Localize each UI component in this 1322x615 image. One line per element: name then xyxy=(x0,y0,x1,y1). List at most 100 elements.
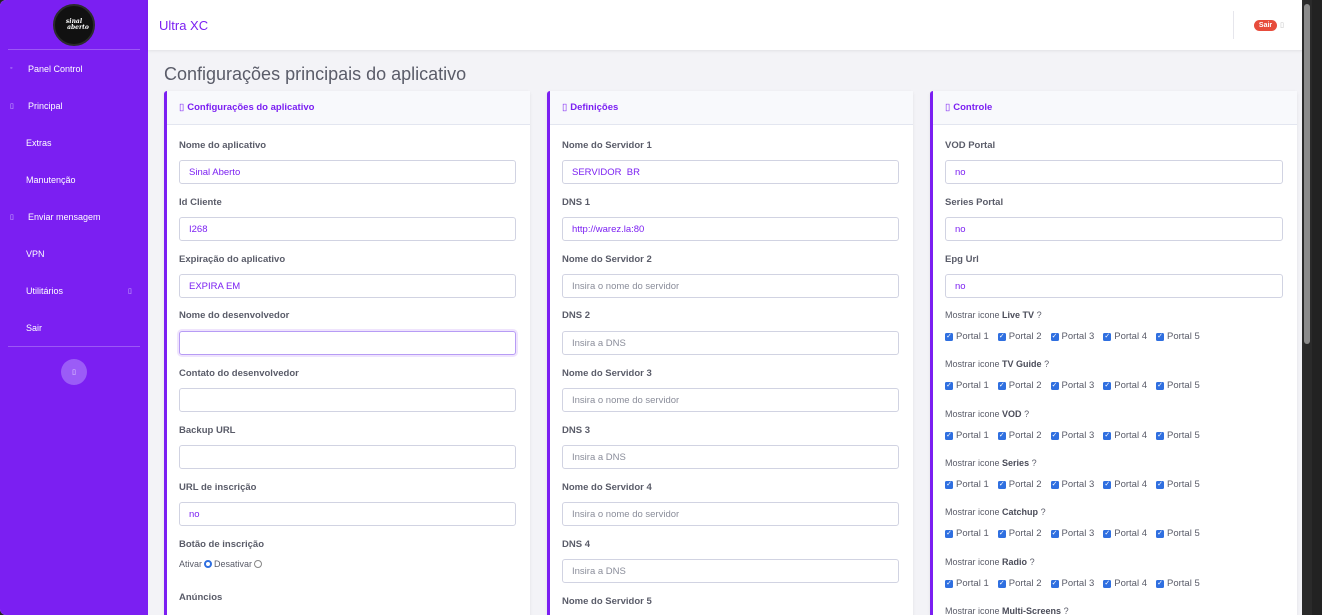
checkbox-checked-icon[interactable]: ✓ xyxy=(1103,431,1112,440)
checkbox-checked-icon[interactable]: ✓ xyxy=(997,431,1006,440)
server1-input[interactable] xyxy=(562,160,899,184)
portal-checkbox[interactable]: ✓ Portal 5 xyxy=(1156,430,1200,441)
activate-radio[interactable] xyxy=(204,560,213,568)
portal-checkbox[interactable]: ✓ Portal 1 xyxy=(945,479,989,490)
portal-checkbox[interactable]: ✓ Portal 3 xyxy=(1050,479,1094,490)
portal-checkbox[interactable]: ✓ Portal 3 xyxy=(1050,430,1094,441)
portal-checkbox[interactable]: ✓ Portal 2 xyxy=(997,331,1042,342)
dns4-input[interactable] xyxy=(562,559,899,583)
checkbox-checked-icon[interactable]: ✓ xyxy=(1050,332,1059,341)
portal-checkbox[interactable]: ✓ Portal 4 xyxy=(1103,578,1147,589)
portal-checkbox[interactable]: ✓ Portal 4 xyxy=(1103,380,1147,391)
portal-checkbox[interactable]: ✓ Portal 5 xyxy=(1156,331,1200,342)
signup-url-input[interactable] xyxy=(179,502,516,526)
portal-checkbox[interactable]: ✓ Portal 1 xyxy=(945,380,989,391)
checkbox-checked-icon[interactable]: ✓ xyxy=(997,480,1006,489)
expiration-input[interactable] xyxy=(179,274,516,298)
vod-portal-input[interactable] xyxy=(945,160,1283,184)
checkbox-checked-icon[interactable]: ✓ xyxy=(1156,381,1164,390)
portal-checkbox[interactable]: ✓ Portal 2 xyxy=(997,528,1042,539)
client-id-input[interactable] xyxy=(179,217,516,241)
server2-input[interactable] xyxy=(562,274,899,298)
portal-checkbox[interactable]: ✓ Portal 2 xyxy=(997,479,1042,490)
checkbox-checked-icon[interactable]: ✓ xyxy=(1050,579,1059,588)
server4-input[interactable] xyxy=(562,502,899,526)
checkbox-checked-icon[interactable]: ✓ xyxy=(1050,480,1059,489)
checkbox-checked-icon[interactable]: ✓ xyxy=(1103,480,1112,489)
checkbox-checked-icon[interactable]: ✓ xyxy=(1050,431,1059,440)
checkbox-checked-icon[interactable]: ✓ xyxy=(997,529,1006,538)
checkbox-checked-icon[interactable]: ✓ xyxy=(945,529,953,538)
checkbox-checked-icon[interactable]: ✓ xyxy=(1156,480,1164,489)
portal-checkbox[interactable]: ✓ Portal 4 xyxy=(1103,528,1147,539)
dns1-input[interactable] xyxy=(562,217,899,241)
checkbox-checked-icon[interactable]: ✓ xyxy=(1103,332,1112,341)
portal-checkbox[interactable]: ✓ Portal 4 xyxy=(1103,331,1147,342)
sidebar-brand[interactable]: sinal aberto xyxy=(8,0,140,50)
portal-checkbox[interactable]: ✓ Portal 1 xyxy=(945,578,989,589)
logout-button[interactable]: Sair xyxy=(1253,19,1278,31)
portal-checkbox[interactable]: ✓ Portal 2 xyxy=(997,578,1042,589)
checkbox-checked-icon[interactable]: ✓ xyxy=(1156,431,1164,440)
portal-checkbox[interactable]: ✓ Portal 4 xyxy=(1103,430,1147,441)
sidebar-item-vpn[interactable]: VPN xyxy=(0,235,148,272)
sidebar-item-utilitarios[interactable]: Utilitários ▯ xyxy=(0,272,148,309)
portal-checkbox-label: Portal 4 xyxy=(1114,578,1147,589)
checkbox-checked-icon[interactable]: ✓ xyxy=(1050,529,1059,538)
server3-label: Nome do Servidor 3 xyxy=(562,368,652,379)
portal-checkbox[interactable]: ✓ Portal 1 xyxy=(945,331,989,342)
portal-checkbox[interactable]: ✓ Portal 2 xyxy=(997,430,1042,441)
portal-checkbox[interactable]: ✓ Portal 5 xyxy=(1156,528,1200,539)
epg-url-input[interactable] xyxy=(945,274,1283,298)
page-scrollbar[interactable] xyxy=(1302,0,1312,615)
logo-text-2: aberto xyxy=(67,23,89,31)
sidebar-item-enviar-mensagem[interactable]: ▯ Enviar mensagem xyxy=(0,198,148,235)
checkbox-checked-icon[interactable]: ✓ xyxy=(945,381,953,390)
portal-checkbox[interactable]: ✓ Portal 1 xyxy=(945,430,989,441)
dns2-input[interactable] xyxy=(562,331,899,355)
scrollbar-thumb[interactable] xyxy=(1304,4,1310,344)
sidebar-item-principal[interactable]: ▯ Principal xyxy=(0,87,148,124)
checkbox-checked-icon[interactable]: ✓ xyxy=(997,332,1006,341)
checkbox-checked-icon[interactable]: ✓ xyxy=(1103,529,1112,538)
sidebar-toggle-button[interactable]: ▯ xyxy=(61,359,87,385)
sidebar-item-sair[interactable]: Sair xyxy=(0,309,148,346)
sidebar-item-panel-control[interactable]: ◦ Panel Control xyxy=(0,50,148,87)
app-name-input[interactable] xyxy=(179,160,516,184)
checkbox-checked-icon[interactable]: ✓ xyxy=(945,480,953,489)
backup-url-input[interactable] xyxy=(179,445,516,469)
checkbox-checked-icon[interactable]: ✓ xyxy=(945,579,953,588)
user-area[interactable]: Sair ▯ xyxy=(1232,11,1284,39)
portal-checkbox[interactable]: ✓ Portal 2 xyxy=(997,380,1042,391)
portal-checkbox[interactable]: ✓ Portal 3 xyxy=(1050,528,1094,539)
checkbox-checked-icon[interactable]: ✓ xyxy=(1156,529,1164,538)
checkbox-checked-icon[interactable]: ✓ xyxy=(1156,579,1164,588)
checkbox-checked-icon[interactable]: ✓ xyxy=(997,381,1006,390)
portal-checkbox[interactable]: ✓ Portal 1 xyxy=(945,528,989,539)
portal-checkbox[interactable]: ✓ Portal 3 xyxy=(1050,578,1094,589)
backup-url-label: Backup URL xyxy=(179,425,236,436)
checkbox-checked-icon[interactable]: ✓ xyxy=(997,579,1006,588)
checkbox-checked-icon[interactable]: ✓ xyxy=(945,332,953,341)
developer-contact-input[interactable] xyxy=(179,388,516,412)
question-prefix: Mostrar icone xyxy=(945,606,1000,615)
sidebar-item-manutencao[interactable]: Manutenção xyxy=(0,161,148,198)
portal-checkbox[interactable]: ✓ Portal 3 xyxy=(1050,380,1094,391)
portal-checkbox[interactable]: ✓ Portal 5 xyxy=(1156,479,1200,490)
sidebar-item-extras[interactable]: Extras xyxy=(0,124,148,161)
server3-input[interactable] xyxy=(562,388,899,412)
series-portal-input[interactable] xyxy=(945,217,1283,241)
checkbox-checked-icon[interactable]: ✓ xyxy=(945,431,953,440)
portal-checkbox[interactable]: ✓ Portal 5 xyxy=(1156,380,1200,391)
portal-checkbox[interactable]: ✓ Portal 5 xyxy=(1156,578,1200,589)
checkbox-checked-icon[interactable]: ✓ xyxy=(1156,332,1164,341)
checkbox-checked-icon[interactable]: ✓ xyxy=(1050,381,1059,390)
checkbox-checked-icon[interactable]: ✓ xyxy=(1103,579,1112,588)
portal-checkbox[interactable]: ✓ Portal 3 xyxy=(1050,331,1094,342)
dns3-input[interactable] xyxy=(562,445,899,469)
portal-checkbox[interactable]: ✓ Portal 4 xyxy=(1103,479,1147,490)
deactivate-radio[interactable] xyxy=(254,560,263,568)
developer-name-input[interactable] xyxy=(179,331,516,355)
checkbox-checked-icon[interactable]: ✓ xyxy=(1103,381,1112,390)
logo[interactable]: sinal aberto xyxy=(53,3,95,46)
